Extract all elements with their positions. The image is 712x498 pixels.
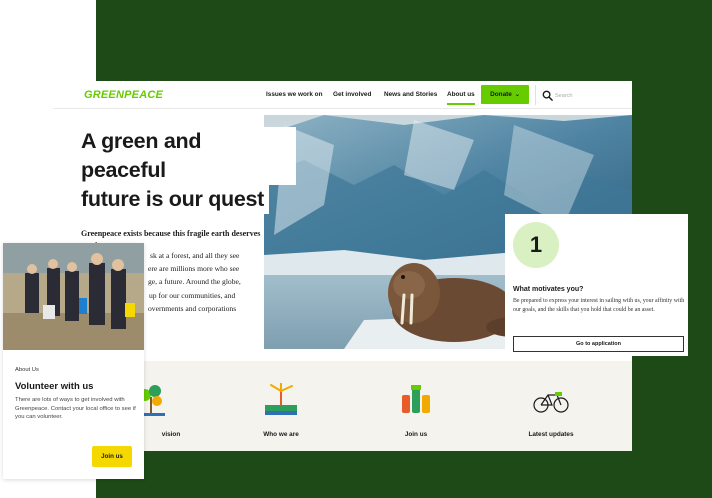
headline-line-1: A green and peaceful (76, 127, 296, 185)
feature-label: Latest updates (528, 431, 574, 438)
go-to-application-button[interactable]: Go to application (513, 336, 684, 352)
chevron-down-icon: ⌄ (514, 92, 520, 98)
hero-text-block: A green and peaceful future is our quest… (76, 127, 296, 251)
feature-who-we-are[interactable]: Who we are (241, 382, 321, 438)
motive-title: What motivates you? (513, 286, 584, 293)
nav-news[interactable]: News and Stories (384, 91, 437, 98)
nav-issues[interactable]: Issues we work on (266, 91, 322, 98)
motive-card: 1 What motivates you? Be prepared to exp… (505, 214, 688, 356)
nav-divider (535, 85, 536, 105)
volunteers-photo (3, 243, 144, 350)
volunteer-title: Volunteer with us (15, 381, 94, 392)
feature-join-us[interactable]: Join us (376, 383, 456, 438)
search-icon[interactable] (542, 90, 553, 101)
windmill-icon (265, 382, 297, 415)
nav-about-us[interactable]: About us (447, 91, 475, 105)
feature-label: Who we are (263, 431, 299, 438)
nav-get-involved[interactable]: Get involved (333, 91, 371, 98)
join-us-button[interactable]: Join us (92, 446, 132, 467)
feature-label: Join us (404, 431, 428, 438)
step-number-badge: 1 (513, 222, 559, 268)
donate-button[interactable]: Donate ⌄ (481, 85, 529, 104)
search-input[interactable] (555, 90, 625, 101)
raised-fists-icon (402, 385, 430, 413)
donate-label: Donate (490, 91, 512, 98)
feature-latest-updates[interactable]: Latest updates (511, 383, 591, 438)
volunteer-eyebrow: About Us (15, 367, 39, 373)
volunteer-text: There are lots of ways to get involved w… (15, 397, 136, 421)
headline-line-2: future is our quest (76, 185, 270, 214)
volunteer-card: About Us Volunteer with us There are lot… (3, 243, 144, 479)
bicycle-icon (533, 392, 569, 413)
greenpeace-logo[interactable]: GREENPEACE (84, 89, 163, 101)
motive-text: Be prepared to express your interest in … (513, 298, 685, 313)
top-nav: GREENPEACE Issues we work on Get involve… (53, 81, 632, 109)
page: GREENPEACE Issues we work on Get involve… (0, 0, 712, 498)
